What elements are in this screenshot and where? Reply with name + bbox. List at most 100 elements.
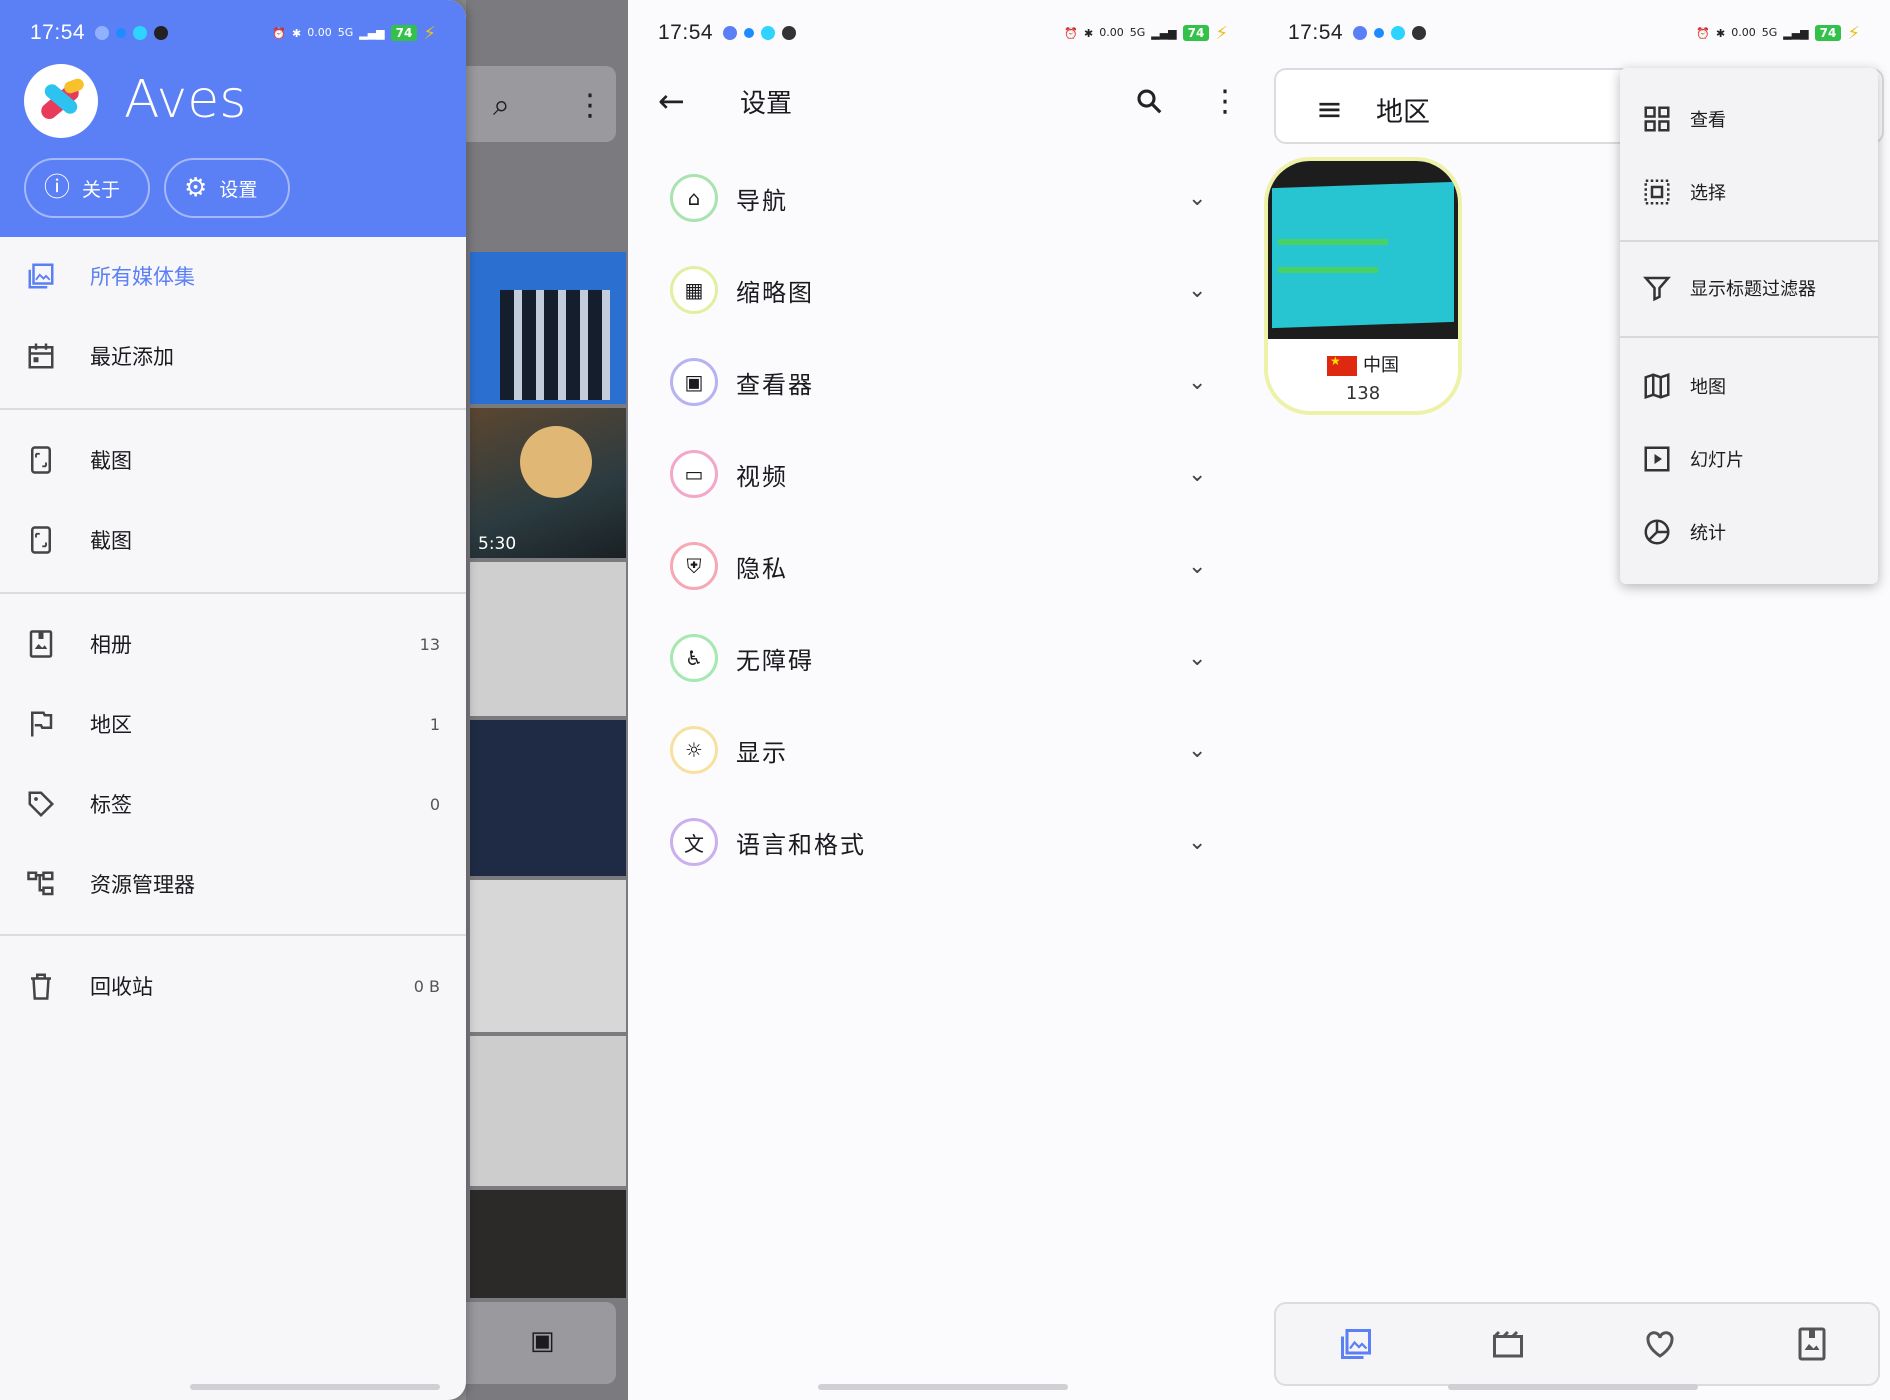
- status-bar: 17:54 ⏰ ✱ 0.00 5G ▂▄▆ 74 ⚡: [1258, 0, 1890, 66]
- app-notif-icon: [723, 26, 738, 40]
- battery-badge: 74: [1814, 25, 1842, 41]
- drawer-item-regions[interactable]: 地区 1: [0, 684, 466, 764]
- thumbnail-video: 5:30: [470, 408, 626, 558]
- thumbnail: [470, 720, 626, 876]
- menu-item-map[interactable]: 地图: [1620, 353, 1878, 419]
- chevron-down-icon: ⌄: [1188, 185, 1207, 211]
- settings-section-viewer[interactable]: ▣ 查看器 ⌄: [628, 336, 1258, 428]
- bluetooth-icon: ✱: [1084, 26, 1094, 40]
- thumbnail: [470, 880, 626, 1032]
- drawer-item-explorer[interactable]: 资源管理器: [0, 844, 466, 924]
- section-label: 导航: [736, 186, 788, 215]
- settings-section-navigation[interactable]: ⌂ 导航 ⌄: [628, 152, 1258, 244]
- menu-item-slideshow[interactable]: 幻灯片: [1620, 426, 1878, 492]
- menu-icon[interactable]: ≡: [1316, 90, 1343, 128]
- menu-item-show-title-filter[interactable]: 显示标题过滤器: [1620, 255, 1878, 321]
- section-label: 视频: [736, 462, 788, 491]
- drawer-item-tags[interactable]: 标签 0: [0, 764, 466, 844]
- settings-section-video[interactable]: ▭ 视频 ⌄: [628, 428, 1258, 520]
- drawer-item-screenshots-2[interactable]: 截图: [0, 500, 466, 580]
- about-button[interactable]: ⓘ 关于: [24, 158, 150, 218]
- app-notif-icon: [1353, 26, 1368, 40]
- settings-button[interactable]: ⚙ 设置: [164, 158, 290, 218]
- chevron-down-icon: ⌄: [1188, 737, 1207, 763]
- net-speed: 0.00: [1099, 26, 1124, 39]
- drawer-item-albums[interactable]: 相册 13: [0, 604, 466, 684]
- divider: [1620, 240, 1878, 242]
- alarm-icon: ⏰: [1064, 26, 1079, 40]
- charging-icon: ⚡: [1215, 22, 1228, 44]
- more-icon[interactable]: ⋮: [1210, 84, 1240, 119]
- menu-item-select[interactable]: 选择: [1620, 159, 1878, 225]
- shield-icon: ⛨: [670, 542, 718, 590]
- chat-icon: [1412, 26, 1427, 40]
- region-card-china[interactable]: 中国 138: [1264, 157, 1462, 415]
- collection-icon[interactable]: [1338, 1326, 1374, 1362]
- status-time: 17:54: [30, 21, 86, 44]
- search-icon[interactable]: [1134, 86, 1164, 116]
- about-label: 关于: [82, 178, 121, 201]
- flag-icon: [31, 711, 53, 737]
- divider: [0, 934, 466, 936]
- section-label: 无障碍: [736, 646, 814, 675]
- chevron-down-icon: ⌄: [1188, 553, 1207, 579]
- status-time: 17:54: [1288, 21, 1344, 44]
- drawer-header: 17:54 ⏰ ✱ 0.00 5G ▂▄▆ 74 ⚡ Aves ⓘ 关于 ⚙ 设置: [0, 0, 466, 237]
- drawer-screen: ⌕ ⋮ 5:30 ▣ 17:54 ⏰ ✱ 0.00 5G ▂▄▆ 74 ⚡ Aves ⓘ 关于…: [0, 0, 628, 1400]
- region-count: 138: [1345, 383, 1381, 404]
- drawer-item-screenshots[interactable]: 截图: [0, 420, 466, 500]
- menu-item-stats[interactable]: 统计: [1620, 499, 1878, 565]
- settings-section-thumbnails[interactable]: ▦ 缩略图 ⌄: [628, 244, 1258, 336]
- drawer-item-all-collections[interactable]: 所有媒体集: [0, 236, 466, 316]
- section-label: 语言和格式: [736, 830, 866, 859]
- settings-section-accessibility[interactable]: ♿ 无障碍 ⌄: [628, 612, 1258, 704]
- page-title: 地区: [1376, 97, 1430, 128]
- section-label: 隐私: [736, 554, 788, 583]
- video-duration: 5:30: [478, 534, 517, 554]
- thumbnail: [470, 1036, 626, 1186]
- menu-item-view[interactable]: 查看: [1620, 86, 1878, 152]
- back-arrow-icon[interactable]: ←: [658, 82, 685, 120]
- overflow-menu: 查看 选择 显示标题过滤器 地图 幻灯片 统计: [1620, 68, 1878, 584]
- drawer-item-count: 0: [429, 794, 440, 814]
- notif-icon: [744, 28, 755, 38]
- bluetooth-icon: ✱: [292, 26, 302, 40]
- home-indicator: [818, 1384, 1068, 1390]
- drawer-item-recycle-bin[interactable]: 回收站 0 B: [0, 946, 466, 1026]
- home-indicator: [1448, 1384, 1698, 1390]
- chat-icon: [782, 26, 797, 40]
- signal-icon: ▂▄▆: [359, 26, 385, 40]
- drawer-item-recently-added[interactable]: 最近添加: [0, 316, 466, 396]
- grid-icon: ▦: [670, 266, 718, 314]
- settings-section-display[interactable]: ☼ 显示 ⌄: [628, 704, 1258, 796]
- menu-item-label: 选择: [1690, 183, 1726, 204]
- thumbnail: [470, 562, 626, 716]
- navigation-drawer: 17:54 ⏰ ✱ 0.00 5G ▂▄▆ 74 ⚡ Aves ⓘ 关于 ⚙ 设置 所有媒体集 …: [0, 0, 466, 1400]
- translate-icon: 文: [670, 818, 718, 866]
- album-icon[interactable]: [1794, 1326, 1830, 1362]
- charging-icon: ⚡: [1847, 22, 1860, 44]
- heart-icon[interactable]: [1642, 1326, 1678, 1362]
- drawer-item-label: 地区: [90, 713, 132, 737]
- page-title: 设置: [740, 88, 793, 119]
- clapper-icon[interactable]: [1490, 1326, 1526, 1362]
- grid-view-icon: [1644, 106, 1670, 132]
- accessibility-icon: ♿: [670, 634, 718, 682]
- drawer-item-label: 截图: [90, 449, 132, 473]
- net-speed: 0.00: [307, 26, 332, 39]
- alarm-icon: ⏰: [272, 26, 287, 40]
- divider: [1620, 336, 1878, 338]
- menu-item-label: 查看: [1690, 110, 1726, 131]
- bell-icon: [1391, 26, 1406, 40]
- settings-section-language[interactable]: 文 语言和格式 ⌄: [628, 796, 1258, 888]
- battery-badge: 74: [1182, 25, 1210, 41]
- signal-icon: ▂▄▆: [1783, 26, 1809, 40]
- tag-icon: [28, 791, 55, 818]
- drawer-item-count: 13: [419, 634, 440, 654]
- settings-section-privacy[interactable]: ⛨ 隐私 ⌄: [628, 520, 1258, 612]
- more-icon: ⋮: [575, 88, 605, 123]
- divider: [0, 408, 466, 410]
- drawer-item-label: 相册: [90, 633, 132, 657]
- thumbnail: [470, 252, 626, 404]
- notif-icon: [116, 28, 127, 38]
